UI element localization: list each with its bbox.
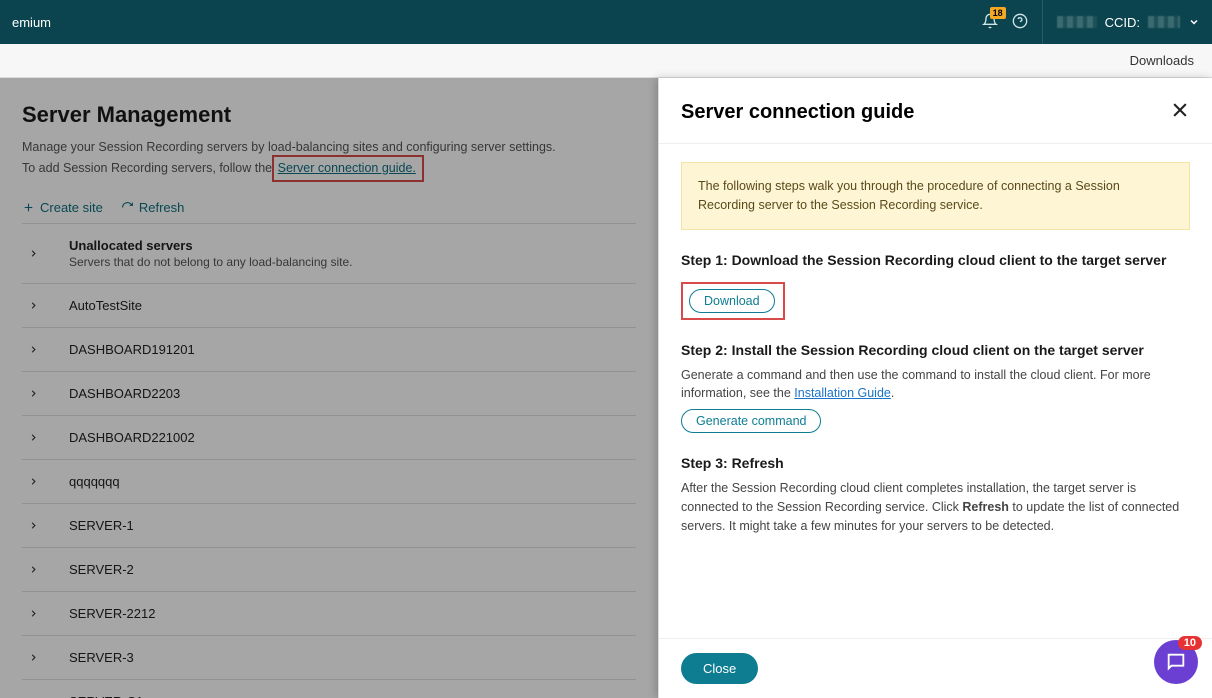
help-chat-button[interactable]: 10 xyxy=(1154,640,1198,684)
create-site-button[interactable]: Create site xyxy=(22,200,103,215)
server-connection-guide-link[interactable]: Server connection guide. xyxy=(278,161,416,175)
site-row[interactable]: DASHBOARD221002 xyxy=(22,416,636,460)
refresh-icon xyxy=(121,201,134,214)
site-row[interactable]: DASHBOARD2203 xyxy=(22,372,636,416)
close-button[interactable]: Close xyxy=(681,653,758,684)
close-panel-button[interactable] xyxy=(1170,100,1190,125)
panel-title: Server connection guide xyxy=(681,101,914,124)
top-bar: emium 18 CCID: xyxy=(0,0,1212,44)
chevron-right-icon xyxy=(28,388,39,399)
chevron-right-icon xyxy=(28,652,39,663)
page-title: Server Management xyxy=(22,102,636,128)
site-list: Unallocated servers Servers that do not … xyxy=(22,223,636,698)
chevron-down-icon xyxy=(1188,16,1200,28)
refresh-button[interactable]: Refresh xyxy=(121,200,185,215)
chevron-right-icon xyxy=(28,432,39,443)
account-menu[interactable]: CCID: xyxy=(1042,0,1200,44)
site-row[interactable]: SERVER-3 xyxy=(22,636,636,680)
chat-icon xyxy=(1165,651,1187,673)
help-icon xyxy=(1012,13,1028,29)
close-icon xyxy=(1170,100,1190,120)
plus-icon xyxy=(22,201,35,214)
chevron-right-icon xyxy=(28,564,39,575)
chevron-right-icon xyxy=(28,520,39,531)
step-3: Step 3: Refresh After the Session Record… xyxy=(681,455,1190,535)
help-button[interactable] xyxy=(1012,13,1028,32)
chevron-right-icon xyxy=(28,608,39,619)
info-banner: The following steps walk you through the… xyxy=(681,162,1190,230)
installation-guide-link[interactable]: Installation Guide xyxy=(794,386,891,400)
generate-command-button[interactable]: Generate command xyxy=(681,409,821,433)
ccid-label: CCID: xyxy=(1105,15,1140,30)
site-row[interactable]: DASHBOARD191201 xyxy=(22,328,636,372)
brand-fragment: emium xyxy=(12,15,51,30)
site-row[interactable]: SERVER-2212 xyxy=(22,592,636,636)
sub-bar: Downloads xyxy=(0,44,1212,78)
download-button[interactable]: Download xyxy=(689,289,775,313)
account-logo xyxy=(1057,16,1097,28)
step-2: Step 2: Install the Session Recording cl… xyxy=(681,342,1190,434)
site-row[interactable]: SERVER-C1 xyxy=(22,680,636,698)
chat-count-badge: 10 xyxy=(1178,636,1202,650)
chevron-right-icon xyxy=(28,476,39,487)
connection-guide-panel: Server connection guide The following st… xyxy=(658,78,1212,698)
chevron-right-icon xyxy=(28,248,39,259)
ccid-value-redacted xyxy=(1148,16,1180,28)
site-row[interactable]: SERVER-2 xyxy=(22,548,636,592)
chevron-right-icon xyxy=(28,300,39,311)
step-1: Step 1: Download the Session Recording c… xyxy=(681,252,1190,320)
main-content: Server Management Manage your Session Re… xyxy=(0,78,658,698)
site-row[interactable]: SERVER-1 xyxy=(22,504,636,548)
unallocated-row[interactable]: Unallocated servers Servers that do not … xyxy=(22,223,636,284)
page-description: Manage your Session Recording servers by… xyxy=(22,138,636,182)
notifications-button[interactable]: 18 xyxy=(982,13,998,32)
downloads-link[interactable]: Downloads xyxy=(1130,53,1194,68)
site-row[interactable]: qqqqqqq xyxy=(22,460,636,504)
site-row[interactable]: AutoTestSite xyxy=(22,284,636,328)
notification-count-badge: 18 xyxy=(990,7,1006,19)
chevron-right-icon xyxy=(28,344,39,355)
